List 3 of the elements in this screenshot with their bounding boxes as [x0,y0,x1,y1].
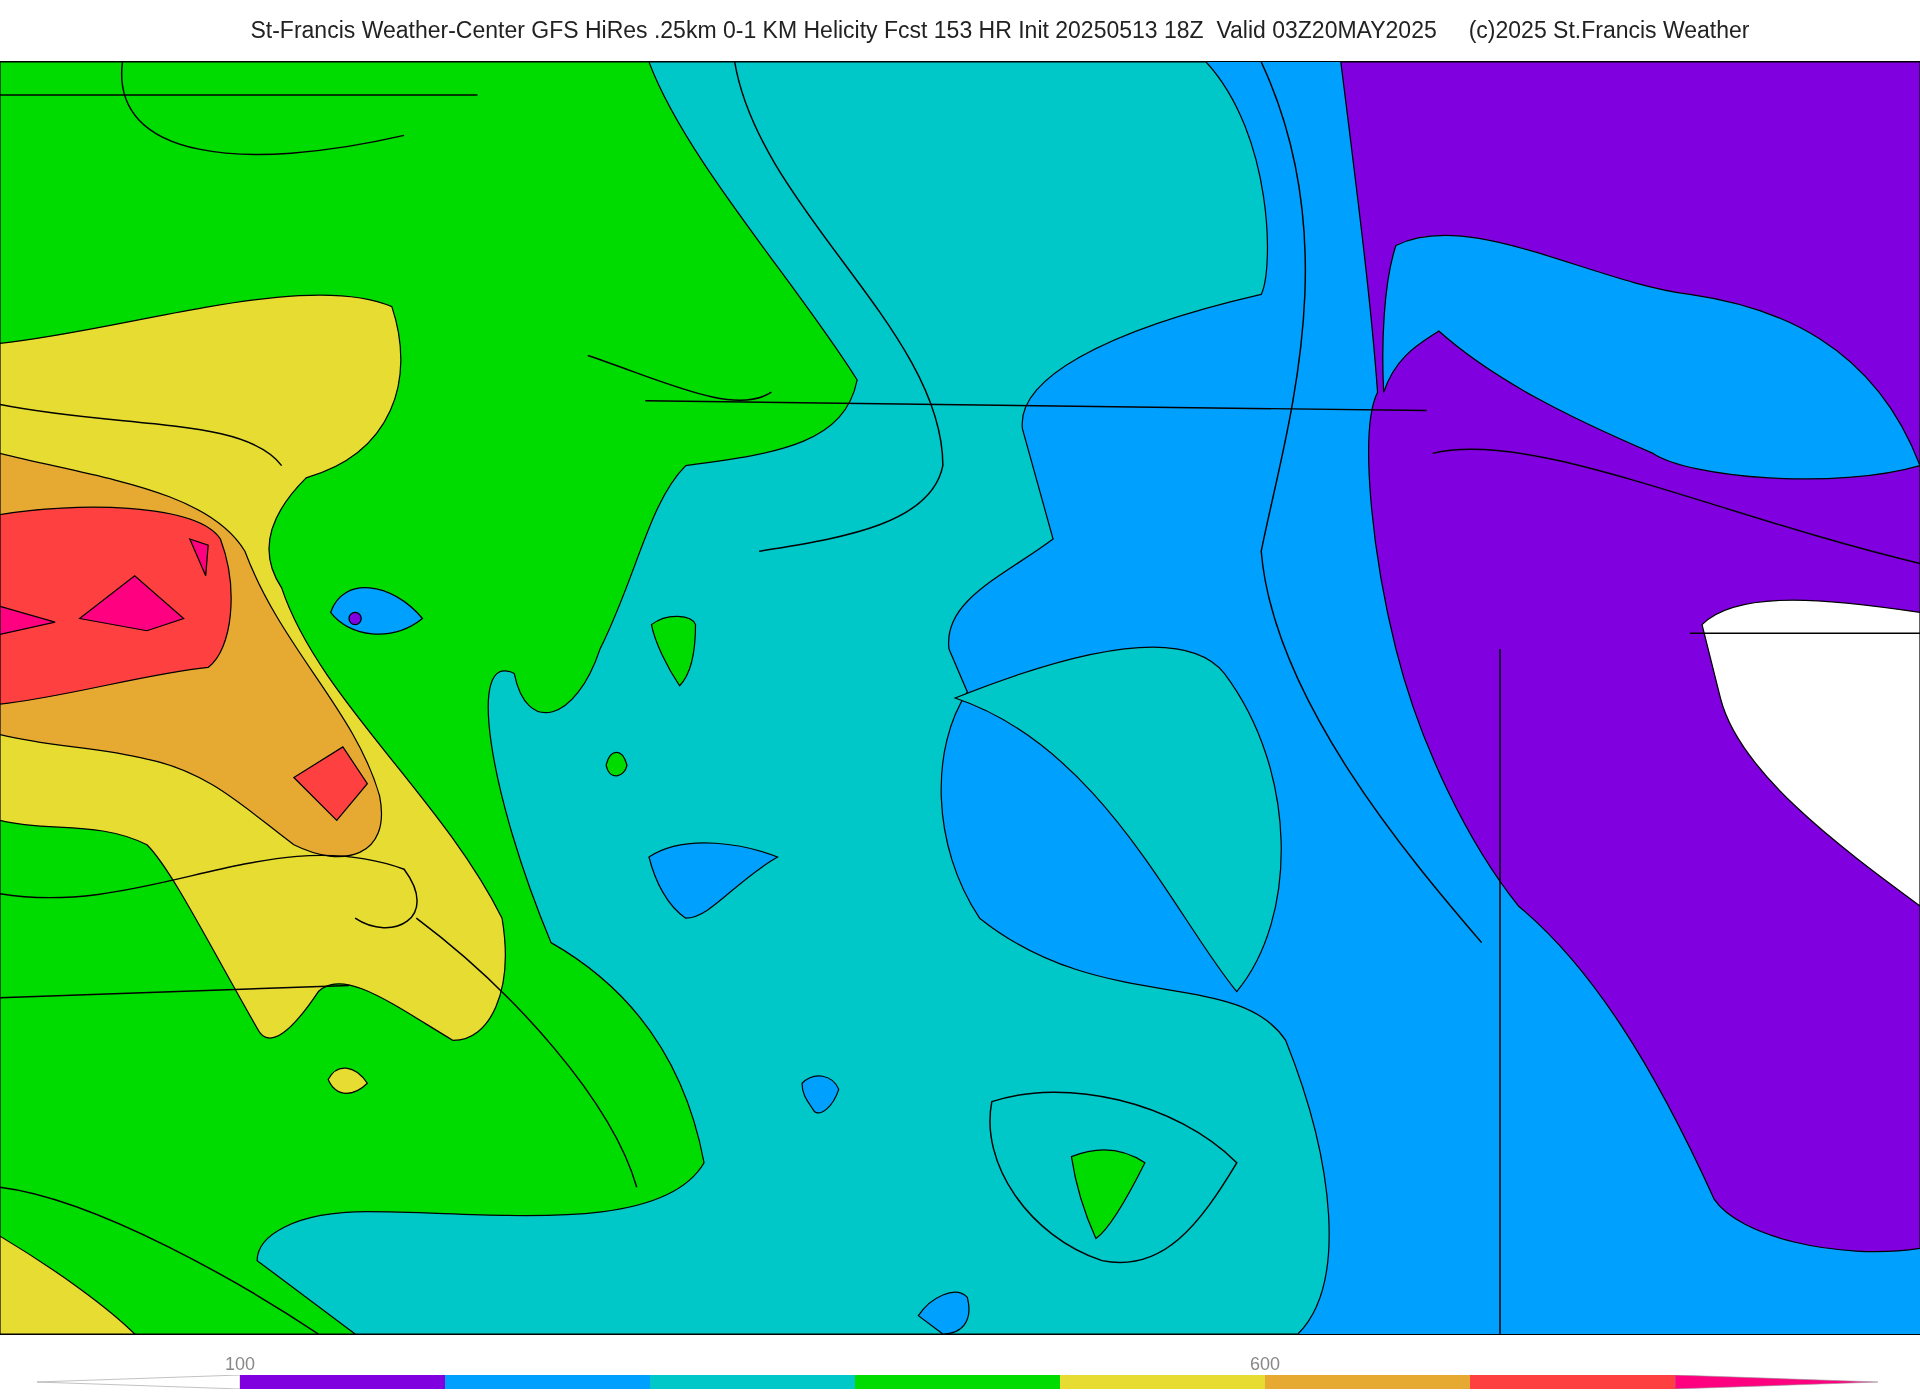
scale-label: 100 [225,1353,255,1376]
scale-label: 600 [1250,1353,1280,1376]
map-title: St-Francis Weather-Center GFS HiRes .25km 0-1 KM Helicity Fcst 153 HR Init 20250513 18Z Valid 03Z20MAY2025 (c)2025 St.Francis Weather [250,16,1750,46]
